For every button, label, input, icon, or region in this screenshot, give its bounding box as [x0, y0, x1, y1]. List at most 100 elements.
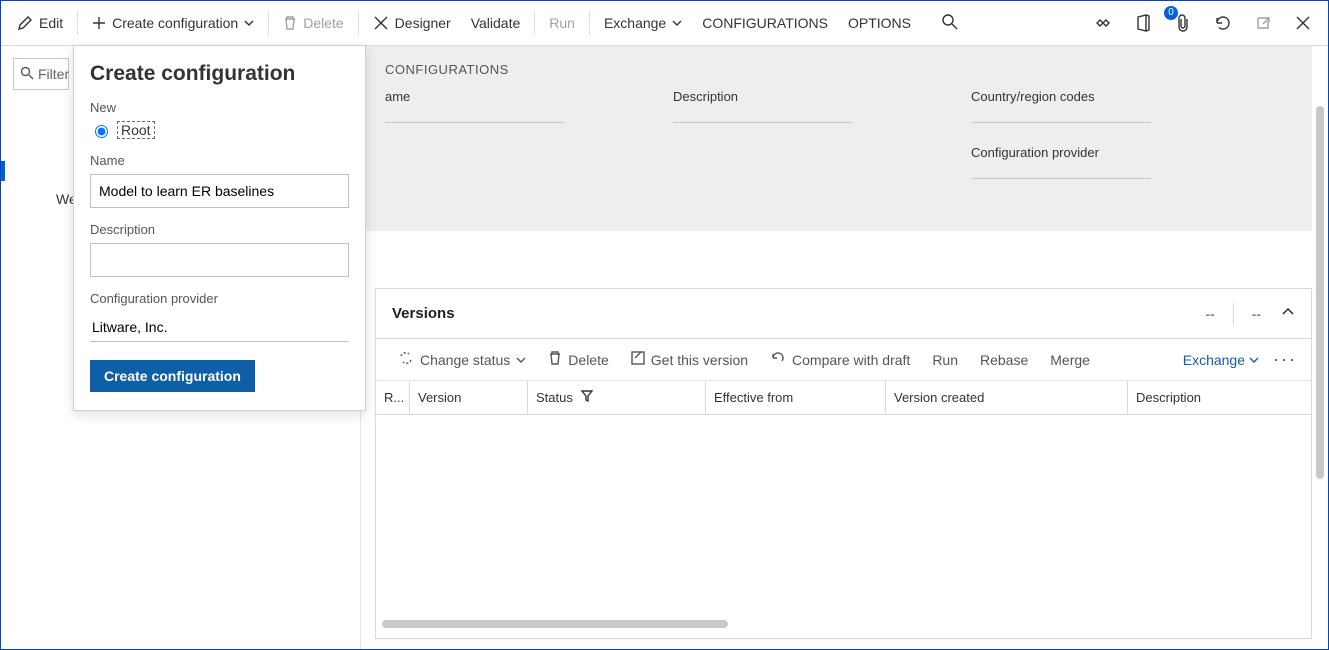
country-codes-field-label: Country/region codes [971, 89, 1191, 104]
search-icon [941, 13, 959, 34]
col-description[interactable]: Description [1128, 381, 1311, 414]
name-field-input[interactable] [385, 122, 565, 123]
filter-placeholder: Filter [38, 66, 69, 82]
description-field-label: Description [673, 89, 893, 104]
plus-icon [92, 16, 106, 30]
col-version[interactable]: Version [410, 381, 528, 414]
merge-button[interactable]: Merge [1042, 348, 1098, 372]
details-section: CONFIGURATIONS ame Description Country/r… [361, 46, 1312, 231]
filter-icon [581, 390, 593, 405]
description-input[interactable] [90, 243, 349, 277]
main-toolbar: Edit Create configuration Delete Designe… [1, 1, 1328, 46]
col-effective[interactable]: Effective from [706, 381, 886, 414]
search-icon [20, 66, 34, 83]
vertical-scrollbar[interactable] [1316, 106, 1324, 479]
versions-header: Versions -- -- [376, 289, 1311, 339]
root-radio[interactable] [95, 125, 108, 138]
description-field-input[interactable] [673, 122, 853, 123]
search-button[interactable] [931, 1, 969, 45]
compare-button[interactable]: Compare with draft [762, 346, 918, 373]
horizontal-scrollbar[interactable] [382, 620, 728, 628]
attachments-button[interactable]: 0 [1172, 12, 1194, 34]
name-label: Name [90, 153, 349, 168]
section-title: CONFIGURATIONS [385, 62, 1288, 77]
separator [358, 11, 359, 35]
get-version-button[interactable]: Get this version [623, 347, 756, 372]
designer-icon [373, 15, 389, 31]
attach-count-badge: 0 [1164, 6, 1178, 20]
cycle-icon [398, 350, 414, 369]
filter-input[interactable]: Filter [13, 58, 69, 90]
separator [534, 11, 535, 35]
new-label: New [90, 100, 349, 115]
provider-field-input[interactable] [971, 178, 1151, 179]
version-delete-label: Delete [568, 352, 608, 368]
rebase-button[interactable]: Rebase [972, 348, 1036, 372]
change-status-button[interactable]: Change status [390, 346, 534, 373]
version-run-label: Run [932, 352, 958, 368]
name-field-label: ame [385, 89, 605, 104]
get-version-label: Get this version [651, 352, 748, 368]
collapse-button[interactable] [1281, 305, 1295, 323]
col-status[interactable]: Status [528, 381, 706, 414]
refresh-button[interactable] [1212, 12, 1234, 34]
dash-indicator: -- [1205, 306, 1214, 322]
rebase-label: Rebase [980, 352, 1028, 368]
separator [589, 11, 590, 35]
right-column: CONFIGURATIONS ame Description Country/r… [361, 46, 1328, 649]
selection-indicator [1, 161, 5, 181]
create-config-dropdown: Create configuration New Root Name Descr… [73, 45, 366, 411]
version-delete-button[interactable]: Delete [540, 346, 616, 373]
separator [77, 11, 78, 35]
version-exchange-menu[interactable]: Exchange [1183, 352, 1259, 368]
trash-icon [283, 15, 297, 31]
edit-box-icon [631, 351, 645, 368]
edit-label: Edit [39, 15, 63, 31]
root-radio-label[interactable]: Root [117, 121, 155, 139]
options-label: OPTIONS [848, 15, 911, 31]
designer-label: Designer [395, 15, 451, 31]
open-new-button[interactable] [1252, 12, 1274, 34]
exchange-menu[interactable]: Exchange [594, 1, 692, 45]
exchange-label: Exchange [604, 15, 666, 31]
dash-indicator: -- [1252, 306, 1261, 322]
provider-field-label: Configuration provider [971, 145, 1191, 160]
delete-button: Delete [273, 1, 353, 45]
col-status-label: Status [536, 390, 573, 405]
create-config-submit-button[interactable]: Create configuration [90, 360, 255, 392]
change-status-label: Change status [420, 352, 510, 368]
create-config-label: Create configuration [112, 15, 238, 31]
validate-button[interactable]: Validate [461, 1, 531, 45]
office-icon[interactable] [1132, 12, 1154, 34]
configurations-tab[interactable]: CONFIGURATIONS [692, 1, 838, 45]
col-r[interactable]: R... [376, 381, 410, 414]
version-exchange-label: Exchange [1183, 352, 1245, 368]
configurations-label: CONFIGURATIONS [702, 15, 828, 31]
country-codes-field-input[interactable] [971, 122, 1151, 123]
description-label: Description [90, 222, 349, 237]
name-input[interactable] [90, 174, 349, 208]
version-run-button[interactable]: Run [924, 348, 966, 372]
chevron-down-icon [1249, 352, 1259, 368]
connector-icon[interactable] [1092, 12, 1114, 34]
trash-icon [548, 350, 562, 369]
dropdown-title: Create configuration [90, 62, 349, 86]
compare-label: Compare with draft [792, 352, 910, 368]
options-tab[interactable]: OPTIONS [838, 1, 921, 45]
pencil-icon [17, 15, 33, 31]
more-actions-button[interactable]: ··· [1273, 349, 1297, 370]
designer-button[interactable]: Designer [363, 1, 461, 45]
chevron-down-icon [672, 15, 682, 31]
provider-display [90, 312, 349, 342]
close-button[interactable] [1292, 12, 1314, 34]
col-created[interactable]: Version created [886, 381, 1128, 414]
edit-button[interactable]: Edit [7, 1, 73, 45]
create-config-button[interactable]: Create configuration [82, 1, 264, 45]
run-label: Run [549, 15, 575, 31]
refresh-icon [770, 350, 786, 369]
chevron-down-icon [244, 15, 254, 31]
provider-label: Configuration provider [90, 291, 349, 306]
versions-panel: Versions -- -- Change status [375, 288, 1312, 639]
versions-title: Versions [392, 305, 455, 322]
versions-table-header: R... Version Status Effective from Versi… [376, 381, 1311, 415]
